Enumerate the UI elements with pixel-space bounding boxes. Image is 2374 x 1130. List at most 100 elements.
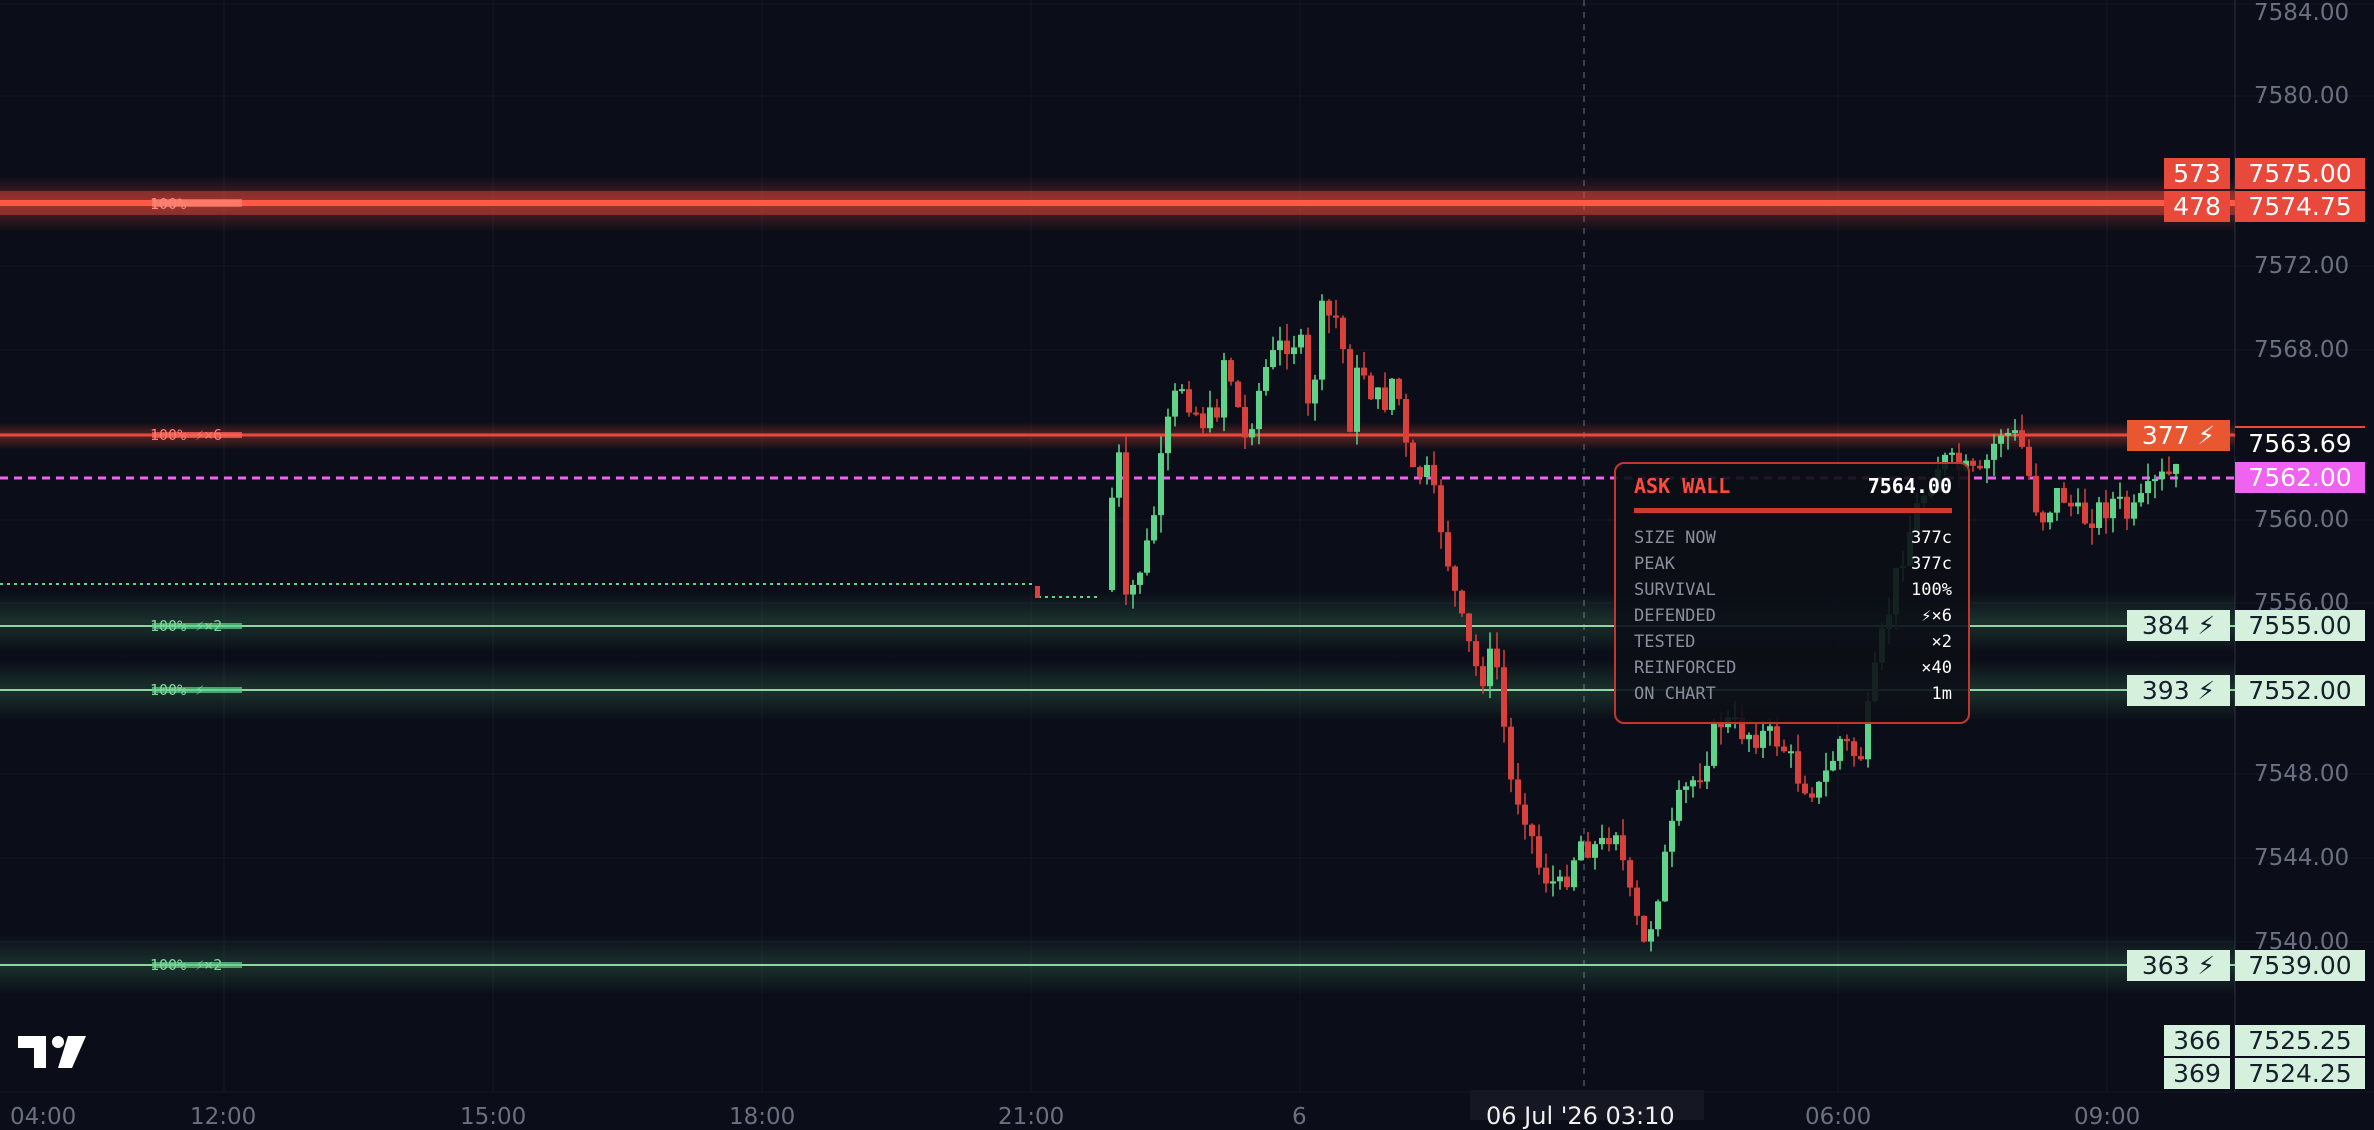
pending-size-label[interactable]: 377 ⚡ (2127, 420, 2230, 451)
tooltip-row-value: ⚡×6 (1921, 606, 1952, 626)
bid-price-label[interactable]: 7555.00 (2235, 610, 2365, 641)
tooltip-row-value: 377c (1911, 528, 1952, 548)
candle-body (1641, 915, 1647, 942)
candle-body (2082, 502, 2088, 524)
tooltip-row-label: SURVIVAL (1634, 580, 1716, 600)
candle-body (1144, 540, 1150, 573)
candle-body (1606, 837, 1612, 845)
candle-body (2033, 475, 2039, 513)
ask-size-label[interactable]: 573 (2164, 158, 2230, 189)
bid-size-label[interactable]: 384 ⚡ (2127, 610, 2230, 641)
candle-body (2117, 496, 2123, 499)
candle-body (1340, 317, 1346, 350)
bid-size-label[interactable]: 363 ⚡ (2127, 950, 2230, 981)
bid-size-label[interactable]: 369 (2164, 1058, 2230, 1089)
candle-body (1809, 793, 1815, 798)
x-axis-tick: 12:00 (190, 1104, 257, 1130)
candle-body (1221, 360, 1227, 418)
bid-price-label[interactable]: 7525.25 (2235, 1025, 2365, 1056)
tooltip-row: SURVIVAL 100% (1634, 580, 1952, 604)
tooltip-row-value: 100% (1911, 580, 1952, 600)
candle-body (1676, 789, 1682, 821)
tooltip-row-label: PEAK (1634, 554, 1675, 574)
tooltip-row: REINFORCED ×40 (1634, 658, 1952, 682)
candle-body (2089, 523, 2095, 528)
tooltip-row-label: REINFORCED (1634, 658, 1737, 678)
y-axis-tick: 7584.00 (2254, 0, 2350, 26)
candle-body (1298, 334, 1304, 348)
tooltip-row-label: ON CHART (1634, 684, 1716, 704)
candle-body (1438, 485, 1444, 533)
candle-body (1333, 315, 1339, 318)
candle-body (1235, 381, 1241, 408)
candle-body (1123, 452, 1129, 595)
y-axis-tick: 7572.00 (2254, 253, 2350, 279)
candle-body (1599, 837, 1605, 845)
bid-price-label[interactable]: 7539.00 (2235, 950, 2365, 981)
candle-body (1949, 452, 1955, 455)
tooltip-row-label: DEFENDED (1634, 606, 1716, 626)
candle-body (1431, 464, 1437, 486)
bid-size-label[interactable]: 393 ⚡ (2127, 675, 2230, 706)
candle-body (1165, 416, 1171, 454)
candle-body (1746, 734, 1752, 740)
candle-body (1109, 497, 1115, 590)
y-axis-tick: 7568.00 (2254, 337, 2350, 363)
candle-body (1571, 860, 1577, 888)
candle-body (2047, 512, 2053, 523)
tradingview-logo-icon[interactable] (16, 1032, 88, 1072)
tooltip-price: 7564.00 (1867, 474, 1952, 498)
candle-body (2005, 432, 2011, 436)
candle-body (1459, 590, 1465, 614)
wall-tooltip: ASK WALL 7564.00 SIZE NOW 377c PEAK 377c S… (1614, 462, 1970, 724)
candle-body (1522, 804, 1528, 825)
candle-body (2173, 464, 2179, 474)
candle-body (1655, 901, 1661, 930)
candle-body (1494, 648, 1500, 668)
candle-body (1858, 756, 1864, 760)
candle-body (1263, 367, 1269, 391)
candle-body (1851, 741, 1857, 757)
tooltip-row: SIZE NOW 377c (1634, 528, 1952, 552)
bid-price-label[interactable]: 7524.25 (2235, 1058, 2365, 1089)
y-axis-tick: 7560.00 (2254, 507, 2350, 533)
current-price-label[interactable]: 7563.69 (2235, 426, 2365, 458)
bid-price-label[interactable]: 7552.00 (2235, 675, 2365, 706)
candle-body (1634, 887, 1640, 916)
candle-body (1998, 435, 2004, 444)
candle-body (1305, 334, 1311, 404)
tooltip-header: ASK WALL 7564.00 (1634, 474, 1952, 500)
candle-body (1823, 770, 1829, 782)
price-chart-canvas[interactable] (0, 0, 2374, 1120)
candle-body (1536, 836, 1542, 868)
candle-body (1830, 760, 1836, 771)
magenta-price-label[interactable]: 7562.00 (2235, 462, 2365, 493)
candle-body (1487, 648, 1493, 687)
ask-size-label[interactable]: 478 (2164, 191, 2230, 222)
candle-body (1326, 300, 1332, 316)
candle-body (1508, 726, 1514, 780)
candle-body (1669, 820, 1675, 852)
candle-body (2145, 481, 2151, 494)
tooltip-row: PEAK 377c (1634, 554, 1952, 578)
tooltip-title: ASK WALL (1634, 474, 1731, 498)
candle-body (1424, 464, 1430, 478)
tooltip-row-value: ×40 (1921, 658, 1952, 678)
candle-body (2012, 430, 2018, 433)
candle-body (1256, 390, 1262, 430)
bid-size-label[interactable]: 366 (2164, 1025, 2230, 1056)
candle-body (2159, 471, 2165, 480)
candle-body (2075, 502, 2081, 507)
candle-body (1361, 367, 1367, 376)
candle-body (1179, 389, 1185, 392)
candle-body (2096, 502, 2102, 528)
candle-body (1312, 379, 1318, 404)
tooltip-row-value: 1m (1931, 684, 1952, 704)
candle-body (1711, 722, 1717, 766)
candle-body (1466, 613, 1472, 642)
wall-badge: 100% ⚡×2 (150, 617, 223, 635)
candle-body (1613, 835, 1619, 845)
ask-price-label[interactable]: 7575.00 (2235, 158, 2365, 189)
candle-body (1844, 738, 1850, 742)
ask-price-label[interactable]: 7574.75 (2235, 191, 2365, 222)
